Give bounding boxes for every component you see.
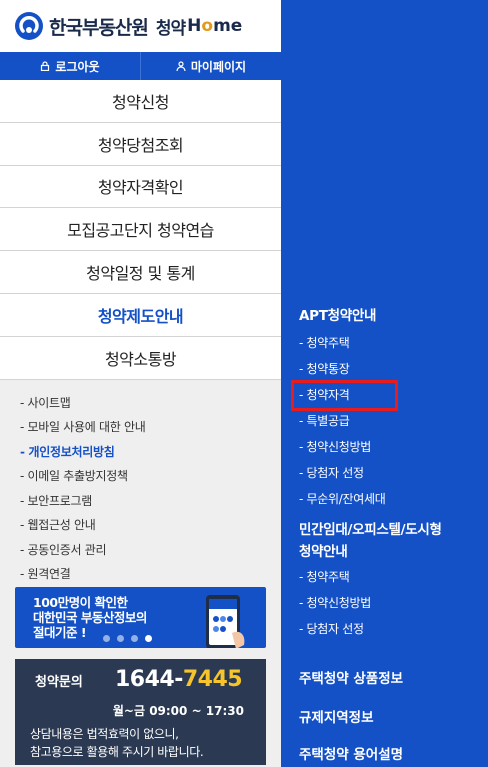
banner-pagination	[103, 635, 152, 642]
banner-dot[interactable]	[131, 635, 138, 642]
user-icon	[176, 61, 186, 71]
submenu-item-winner-selection[interactable]: - 당첨자 선정	[299, 459, 484, 485]
remote-connection-link[interactable]: - 원격연결	[20, 562, 281, 587]
banner-dot-active[interactable]	[145, 635, 152, 642]
phone-illustration-icon	[206, 595, 245, 648]
submenu-panel: APT청약안내 - 청약주택 - 청약통장 - 청약자격 - 특별공급 - 청약…	[281, 0, 488, 767]
logo-home-text: Home	[187, 16, 243, 36]
brand-logo-icon	[15, 12, 43, 40]
main-menu: 청약신청 청약당첨조회 청약자격확인 모집공고단지 청약연습 청약일정 및 통계…	[0, 80, 281, 380]
contact-note: 상담내용은 법적효력이 없으니, 참고용으로 활용해 주시기 바랍니다.	[30, 727, 204, 759]
mypage-button[interactable]: 마이페이지	[140, 52, 281, 80]
logout-label: 로그아웃	[55, 59, 100, 74]
privacy-policy-link[interactable]: - 개인정보처리방침	[20, 439, 281, 464]
contact-box: 청약문의 1644-7445 월~금 09:00 ~ 17:30 상담내용은 법…	[15, 659, 266, 765]
banner-text: 100만명이 확인한 대한민국 부동산정보의 절대기준 !	[33, 595, 147, 640]
promo-banner[interactable]: 100만명이 확인한 대한민국 부동산정보의 절대기준 !	[15, 587, 266, 648]
submenu-item-winner-selection-2[interactable]: - 당첨자 선정	[299, 615, 484, 641]
mobile-guide-link[interactable]: - 모바일 사용에 대한 안내	[20, 415, 281, 440]
submenu-item-housing-2[interactable]: - 청약주택	[299, 563, 484, 589]
lock-icon	[41, 61, 50, 71]
accessibility-link[interactable]: - 웹접근성 안내	[20, 513, 281, 538]
menu-item-practice[interactable]: 모집공고단지 청약연습	[0, 208, 281, 252]
submenu-item-apply-method[interactable]: - 청약신청방법	[299, 433, 484, 459]
banner-dot[interactable]	[117, 635, 124, 642]
security-program-link[interactable]: - 보안프로그램	[20, 488, 281, 513]
section-title-apt[interactable]: APT청약안내	[299, 305, 484, 327]
submenu-item-apply-method-2[interactable]: - 청약신청방법	[299, 589, 484, 615]
menu-item-winning-lookup[interactable]: 청약당첨조회	[0, 123, 281, 166]
logo-text: 한국부동산원	[49, 16, 149, 39]
menu-item-communication[interactable]: 청약소통방	[0, 337, 281, 380]
menu-item-eligibility-check[interactable]: 청약자격확인	[0, 166, 281, 209]
regulated-area-link[interactable]: 규제지역정보	[299, 706, 374, 726]
contact-hours: 월~금 09:00 ~ 17:30	[112, 704, 244, 718]
logout-button[interactable]: 로그아웃	[0, 52, 140, 80]
sitemap-link[interactable]: - 사이트맵	[20, 390, 281, 415]
mypage-label: 마이페이지	[190, 59, 247, 74]
logo-subtitle: 청약	[155, 18, 186, 39]
submenu-item-account[interactable]: - 청약통장	[299, 355, 484, 381]
contact-phone: 1644-7445	[115, 667, 243, 692]
submenu-item-housing[interactable]: - 청약주택	[299, 329, 484, 355]
submenu-item-unranked[interactable]: - 무순위/잔여세대	[299, 485, 484, 511]
menu-item-apply[interactable]: 청약신청	[0, 80, 281, 123]
section-title-private-rental[interactable]: 민간임대/오피스텔/도시형 청약안내	[299, 519, 484, 563]
email-policy-link[interactable]: - 이메일 추출방지정책	[20, 464, 281, 489]
terms-glossary-link[interactable]: 주택청약 용어설명	[299, 743, 403, 763]
highlight-box	[291, 380, 398, 411]
left-navigation-panel: 한국부동산원 청약 Home 로그아웃 마이페이지 청약신청 청약당첨조회 청약…	[0, 0, 281, 767]
submenu-list: APT청약안내 - 청약주택 - 청약통장 - 청약자격 - 특별공급 - 청약…	[299, 305, 484, 641]
certificate-management-link[interactable]: - 공동인증서 관리	[20, 537, 281, 562]
banner-dot[interactable]	[103, 635, 110, 642]
contact-label: 청약문의	[35, 675, 83, 690]
user-bar: 로그아웃 마이페이지	[0, 52, 281, 80]
menu-item-system-guide[interactable]: 청약제도안내	[0, 294, 281, 337]
product-info-link[interactable]: 주택청약 상품정보	[299, 667, 403, 687]
logo[interactable]: 한국부동산원 청약 Home	[0, 0, 281, 52]
menu-item-schedule-stats[interactable]: 청약일정 및 통계	[0, 251, 281, 294]
